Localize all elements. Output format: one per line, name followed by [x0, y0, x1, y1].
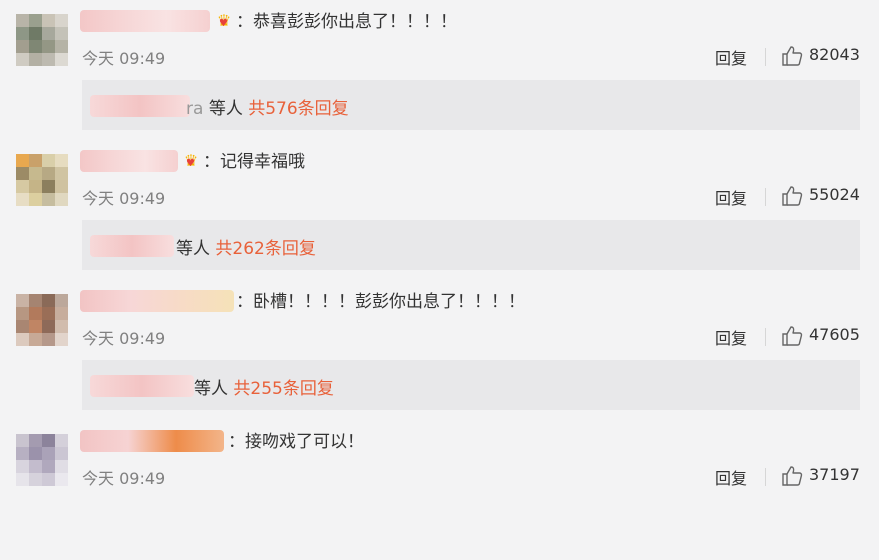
comment-item: ♛ ♥ ：记得幸福哦 今天 09:49 回复 55024 等人 共262条回复: [0, 140, 879, 280]
username-blurred[interactable]: [80, 10, 210, 32]
replies-count-link[interactable]: 共255条回复: [233, 379, 333, 399]
divider: [765, 48, 766, 66]
replies-summary[interactable]: ra 等人 共576条回复: [82, 80, 860, 130]
replier-name-partial: ra: [186, 99, 204, 119]
comment-text: ：卧槽！！！！彭彭你出息了！！！！: [236, 292, 525, 312]
like-count: 82043: [809, 45, 860, 64]
crown-heart-icon: ♛ ♥: [183, 151, 199, 170]
avatar[interactable]: [16, 154, 68, 206]
replier-names-blurred: [90, 235, 174, 257]
reply-button[interactable]: 回复: [715, 325, 747, 349]
username-blurred[interactable]: [80, 290, 234, 312]
like-count: 47605: [809, 325, 860, 344]
crown-heart-icon: ♛ ♥: [216, 11, 232, 30]
comment-text: ：记得幸福哦: [203, 152, 305, 172]
replies-label: 等人 共255条回复: [194, 374, 334, 399]
like-count: 55024: [809, 185, 860, 204]
reply-button[interactable]: 回复: [715, 45, 747, 69]
like-count: 37197: [809, 465, 860, 484]
comment-item: ：卧槽！！！！彭彭你出息了！！！！ 今天 09:49 回复 47605 等人 共…: [0, 280, 879, 420]
reply-button[interactable]: 回复: [715, 465, 747, 489]
thumbs-up-icon[interactable]: [781, 325, 803, 347]
comment-time: 今天 09:49: [82, 469, 166, 488]
avatar[interactable]: [16, 434, 68, 486]
thumbs-up-icon[interactable]: [781, 45, 803, 67]
username-blurred[interactable]: [80, 430, 224, 452]
replies-who: 等人: [176, 239, 210, 259]
comment-item: ：接吻戏了可以！ 今天 09:49 回复 37197: [0, 420, 879, 560]
replies-label: ra 等人 共576条回复: [186, 94, 349, 119]
replies-who: 等人: [194, 379, 228, 399]
avatar[interactable]: [16, 294, 68, 346]
username-blurred[interactable]: [80, 150, 178, 172]
replies-who: 等人: [208, 99, 243, 119]
comment-item: ♛ ♥ ：恭喜彭彭你出息了！！！！ 今天 09:49 回复 82043 ra 等人…: [0, 0, 879, 140]
replier-names-blurred: [90, 95, 190, 117]
comment-time: 今天 09:49: [82, 49, 166, 68]
divider: [765, 468, 766, 486]
thumbs-up-icon[interactable]: [781, 185, 803, 207]
replier-names-blurred: [90, 375, 194, 397]
comment-text: ：接吻戏了可以！: [228, 432, 364, 452]
replies-summary[interactable]: 等人 共255条回复: [82, 360, 860, 410]
comment-time: 今天 09:49: [82, 329, 166, 348]
replies-summary[interactable]: 等人 共262条回复: [82, 220, 860, 270]
replies-count-link[interactable]: 共262条回复: [215, 239, 315, 259]
divider: [765, 188, 766, 206]
avatar[interactable]: [16, 14, 68, 66]
comment-text: ：恭喜彭彭你出息了！！！！: [236, 12, 457, 32]
comment-time: 今天 09:49: [82, 189, 166, 208]
thumbs-up-icon[interactable]: [781, 465, 803, 487]
replies-label: 等人 共262条回复: [176, 234, 316, 259]
reply-button[interactable]: 回复: [715, 185, 747, 209]
divider: [765, 328, 766, 346]
replies-count-link[interactable]: 共576条回复: [248, 99, 348, 119]
